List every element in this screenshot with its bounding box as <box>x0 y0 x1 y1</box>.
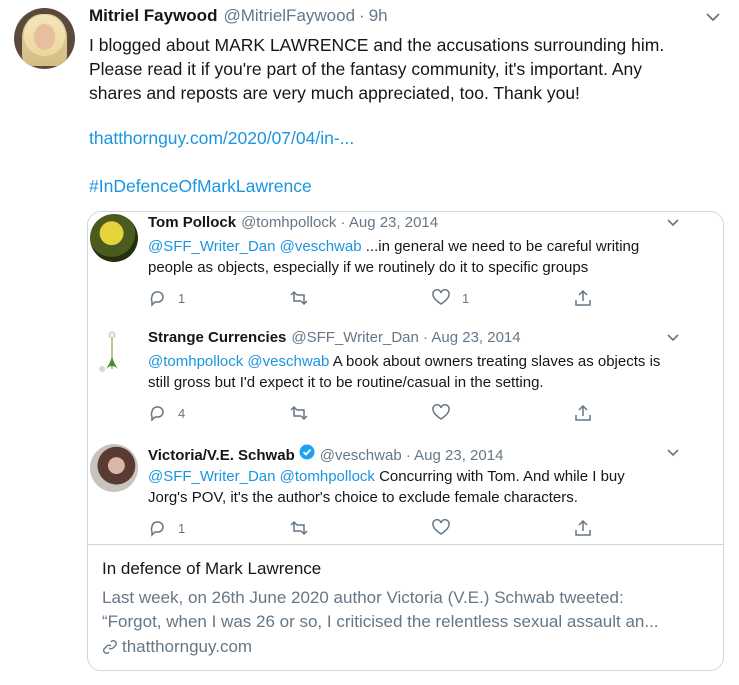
quoted-mentions: @SFF_Writer_Dan @tomhpollock <box>148 468 375 485</box>
card-description-line: “Forgot, when I was 26 or so, I criticis… <box>102 612 659 631</box>
card-domain[interactable]: thatthornguy.com <box>102 637 252 657</box>
quoted-name: Strange Currencies <box>148 329 287 346</box>
quoted-avatar <box>90 329 138 377</box>
hashtag-link[interactable]: #InDefenceOfMarkLawrence <box>89 176 312 197</box>
like-count: 1 <box>462 290 470 306</box>
tweet-url-link[interactable]: thatthornguy.com/2020/07/04/in-... <box>89 128 354 149</box>
reply-icon <box>150 406 164 422</box>
quoted-meta: @tomhpollock · Aug 23, 2014 <box>241 214 439 231</box>
reply-count: 1 <box>178 290 186 306</box>
link-icon <box>103 640 117 654</box>
like-icon <box>432 519 450 535</box>
chevron-down-icon[interactable] <box>704 10 722 24</box>
retweet-icon <box>290 290 308 306</box>
card-domain-text: thatthornguy.com <box>122 637 253 656</box>
quoted-text: @SFF_Writer_Dan @tomhpollock Concurring … <box>148 466 693 508</box>
reply-action: 1 <box>148 289 185 307</box>
verified-icon <box>299 444 315 460</box>
quoted-mentions: @SFF_Writer_Dan @veschwab <box>148 238 362 255</box>
author-avatar[interactable] <box>14 8 75 69</box>
retweet-action <box>290 289 308 307</box>
tweet-timestamp[interactable]: 9h <box>369 6 388 26</box>
card-description-line: Last week, on 26th June 2020 author Vict… <box>102 588 624 607</box>
quoted-text: @tomhpollock @veschwab A book about owne… <box>148 351 693 393</box>
quoted-actions: 4 <box>148 404 668 424</box>
chevron-down-icon <box>667 219 679 227</box>
retweet-action <box>290 404 308 422</box>
reply-action: 1 <box>148 519 185 537</box>
tweet-text-line: Please read it if you're part of the fan… <box>89 59 643 79</box>
separator-dot: · <box>359 6 365 25</box>
quoted-tweet: Strange Currencies @SFF_Writer_Dan · Aug… <box>88 329 723 444</box>
quoted-text-b: people as objects, especially if we rout… <box>148 259 589 276</box>
quoted-text-b: still gross but I'd expect it to be rout… <box>148 374 544 391</box>
link-preview-card[interactable]: Tom Pollock @tomhpollock · Aug 23, 2014 … <box>87 211 724 671</box>
quoted-text-a: Concurring with Tom. And while I buy <box>374 468 625 485</box>
share-icon <box>575 289 591 306</box>
chevron-down-icon <box>667 449 679 457</box>
quoted-tweet: Tom Pollock @tomhpollock · Aug 23, 2014 … <box>88 214 723 329</box>
quoted-actions: 1 1 <box>148 289 668 309</box>
card-image: Tom Pollock @tomhpollock · Aug 23, 2014 … <box>88 212 723 545</box>
tweet-text-line: I blogged about MARK LAWRENCE and the ac… <box>89 35 665 55</box>
author-name[interactable]: Mitriel Faywood <box>89 6 217 26</box>
share-action <box>574 289 592 307</box>
quoted-avatar <box>90 214 138 262</box>
retweet-icon <box>290 405 308 421</box>
reply-icon <box>150 521 164 537</box>
like-action: 1 <box>432 289 469 307</box>
chevron-down-icon <box>667 334 679 342</box>
reply-action: 4 <box>148 404 185 422</box>
card-description: Last week, on 26th June 2020 author Vict… <box>102 586 712 634</box>
quoted-header: Strange Currencies @SFF_Writer_Dan · Aug… <box>148 329 521 346</box>
like-action <box>432 519 450 537</box>
quoted-meta: @veschwab · Aug 23, 2014 <box>319 447 504 464</box>
quoted-mentions: @tomhpollock @veschwab <box>148 353 330 370</box>
quoted-name: Victoria/V.E. Schwab <box>148 447 295 464</box>
share-icon <box>575 404 591 421</box>
reply-count: 4 <box>178 405 186 421</box>
tweet-text: I blogged about MARK LAWRENCE and the ac… <box>89 33 719 105</box>
quoted-meta: @SFF_Writer_Dan · Aug 23, 2014 <box>291 329 521 346</box>
quoted-actions: 1 <box>148 519 668 539</box>
quoted-name: Tom Pollock <box>148 214 237 231</box>
author-handle[interactable]: @MitrielFaywood <box>223 6 355 26</box>
quoted-header: Victoria/V.E. Schwab @veschwab · Aug 23,… <box>148 444 503 464</box>
quoted-header: Tom Pollock @tomhpollock · Aug 23, 2014 <box>148 214 438 231</box>
tweet-text-line: shares and reposts are very much appreci… <box>89 83 580 103</box>
quoted-avatar <box>90 444 138 492</box>
quoted-text-b: Jorg's POV, it's the author's choice to … <box>148 489 578 506</box>
quoted-text-a: A book about owners treating slaves as o… <box>329 353 661 370</box>
retweet-icon <box>290 520 308 536</box>
reply-icon <box>150 291 164 307</box>
share-action <box>574 519 592 537</box>
retweet-action <box>290 519 308 537</box>
like-action <box>432 404 450 422</box>
like-icon <box>432 289 450 305</box>
like-icon <box>432 404 450 420</box>
share-icon <box>575 519 591 536</box>
quoted-text: @SFF_Writer_Dan @veschwab ...in general … <box>148 236 693 278</box>
quoted-text-a: ...in general we need to be careful writ… <box>361 238 640 255</box>
tweet-header: Mitriel Faywood @MitrielFaywood · 9h <box>89 6 388 28</box>
tweet[interactable]: Mitriel Faywood @MitrielFaywood · 9h I b… <box>0 0 739 685</box>
card-title[interactable]: In defence of Mark Lawrence <box>102 559 321 579</box>
share-action <box>574 404 592 422</box>
reply-count: 1 <box>178 520 186 536</box>
quoted-tweet: Victoria/V.E. Schwab @veschwab · Aug 23,… <box>88 444 723 559</box>
